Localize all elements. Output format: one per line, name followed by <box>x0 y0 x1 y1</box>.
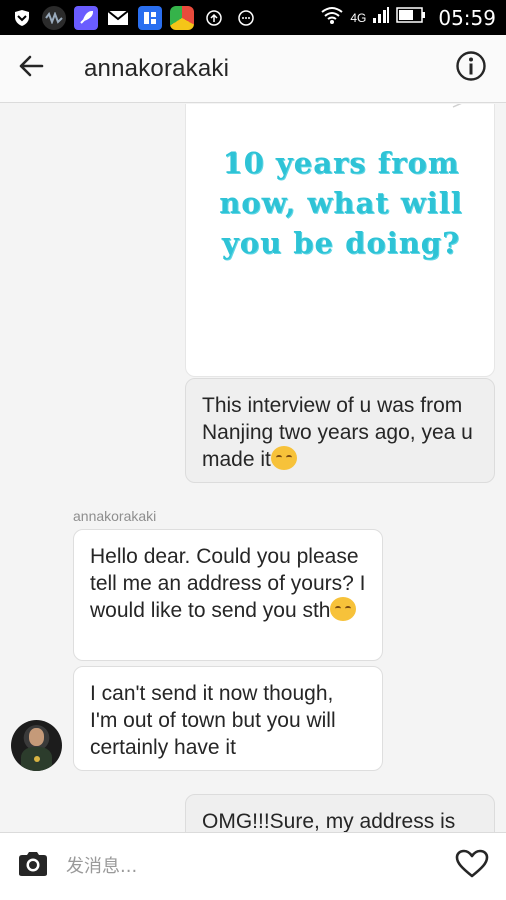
notification-icons <box>10 5 258 30</box>
back-button[interactable] <box>0 35 62 103</box>
message-text: Hello dear. Could you please tell me an … <box>90 545 366 622</box>
status-bar: 4G 05:59 <box>0 0 506 35</box>
message-thread[interactable]: 10 years from now, what will you be doin… <box>0 104 506 832</box>
avatar[interactable] <box>11 720 62 771</box>
info-button[interactable] <box>436 35 506 103</box>
shield-icon <box>10 6 34 30</box>
system-status: 4G 05:59 <box>320 5 496 30</box>
camera-icon <box>17 850 49 883</box>
share-arrow-icon <box>452 104 470 108</box>
wifi-icon <box>320 5 344 30</box>
mail-icon <box>106 6 130 30</box>
conversation-header: annakorakaki <box>0 35 506 103</box>
camera-button[interactable] <box>0 833 66 900</box>
message-text: OMG!!!Sure, my address is <box>202 810 456 832</box>
shared-post-card[interactable]: 10 years from now, what will you be doin… <box>185 104 495 377</box>
hugging-face-emoji <box>270 446 297 470</box>
wave-app-icon <box>42 5 66 30</box>
back-arrow-icon <box>18 54 44 83</box>
outgoing-message[interactable]: This interview of u was from Nanjing two… <box>185 378 495 483</box>
message-text: I can't send it now though, I'm out of t… <box>90 682 336 759</box>
feather-app-icon <box>74 5 98 30</box>
clock: 05:59 <box>438 5 496 30</box>
incoming-message[interactable]: Hello dear. Could you please tell me an … <box>73 529 383 661</box>
heart-icon <box>455 849 489 884</box>
chat-icon <box>234 6 258 30</box>
outgoing-message[interactable]: OMG!!!Sure, my address is <box>185 794 495 832</box>
info-icon <box>455 50 487 87</box>
media-text-line: 10 years from <box>222 146 460 180</box>
browser-app-icon <box>170 5 194 30</box>
message-input[interactable] <box>66 846 438 887</box>
tieba-app-icon <box>138 5 162 30</box>
media-text-line: now, what will <box>219 186 463 220</box>
media-text-line: you be doing? <box>221 226 461 260</box>
page-title[interactable]: annakorakaki <box>84 55 229 83</box>
smiling-face-emoji <box>330 597 357 621</box>
like-button[interactable] <box>438 833 506 900</box>
message-text: This interview of u was from Nanjing two… <box>202 394 473 471</box>
signal-icon <box>372 6 390 29</box>
battery-icon <box>396 7 426 28</box>
shared-post-image-text: 10 years from now, what will you be doin… <box>186 143 496 263</box>
incoming-message[interactable]: I can't send it now though, I'm out of t… <box>73 666 383 771</box>
sender-name: annakorakaki <box>73 508 157 524</box>
network-type: 4G <box>350 10 367 25</box>
upload-icon <box>202 6 226 30</box>
message-composer <box>0 832 506 900</box>
